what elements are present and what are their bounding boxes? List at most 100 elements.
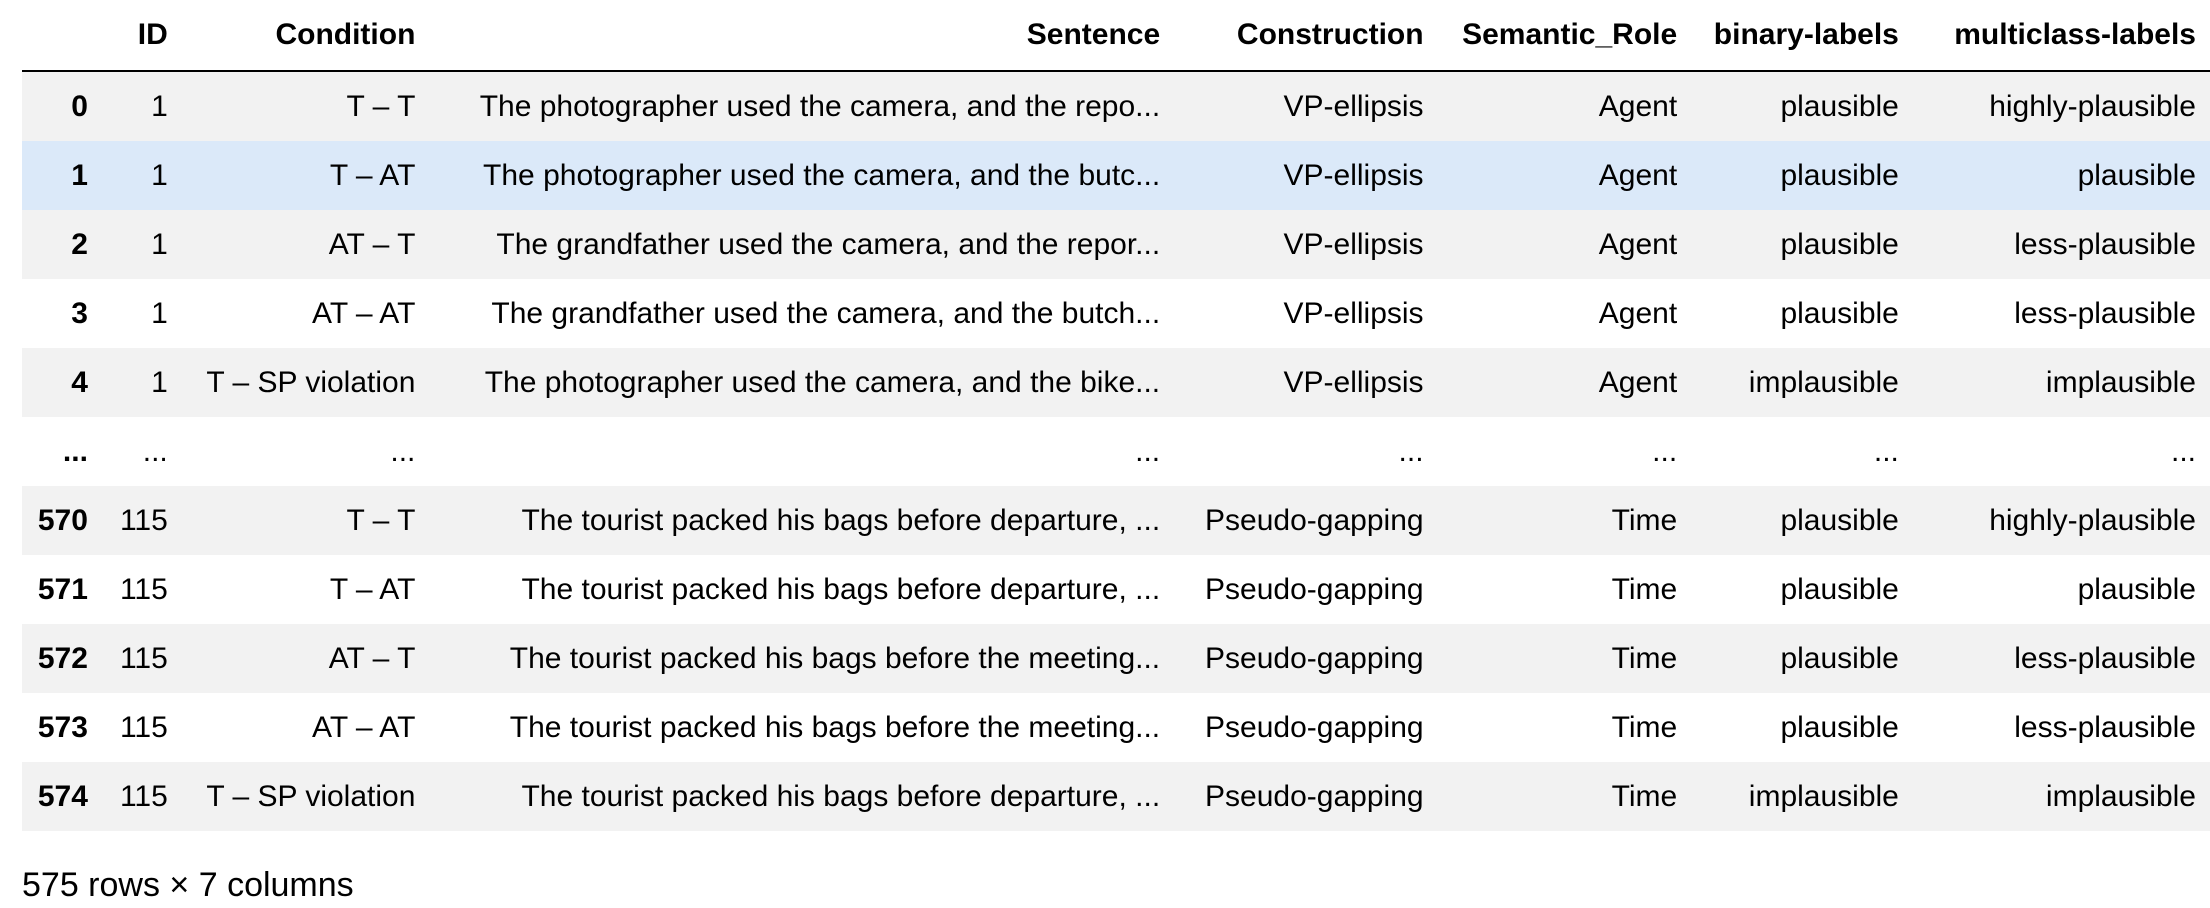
table-row: 3 1 AT – AT The grandfather used the camera… [22, 279, 2210, 348]
row-index: 574 [37, 779, 88, 813]
cell-multiclass-label: ... [2170, 434, 2196, 468]
cell-condition: AT – AT [312, 296, 416, 330]
cell-multiclass-label: highly-plausible [1989, 503, 2196, 537]
cell-binary-label: plausible [1780, 158, 1899, 192]
column-header-multiclass-labels: multiclass-labels [1912, 0, 2210, 72]
cell-semantic-role: Time [1611, 779, 1678, 813]
cell-construction: ... [1398, 434, 1424, 468]
ellipsis-row: ........................ [22, 417, 2210, 486]
cell-id: 1 [151, 89, 168, 123]
table-row: 2 1 AT – T The grandfather used the camera,… [22, 210, 2210, 279]
cell-id: 115 [119, 572, 168, 606]
row-index: 0 [71, 89, 88, 123]
row-column-summary: 575 rows × 7 columns [22, 866, 354, 904]
cell-multiclass-label: implausible [2045, 779, 2196, 813]
cell-sentence: The photographer used the camera, and th… [483, 158, 1161, 192]
table-row: 1 1 T – AT The photographer used the camera… [22, 141, 2210, 210]
cell-multiclass-label: less-plausible [2014, 710, 2196, 744]
row-index: 571 [37, 572, 88, 606]
cell-construction: VP-ellipsis [1283, 158, 1424, 192]
cell-id: 115 [119, 779, 168, 813]
cell-binary-label: plausible [1780, 89, 1899, 123]
cell-construction: VP-ellipsis [1283, 365, 1424, 399]
cell-id: 115 [119, 710, 168, 744]
cell-condition: T – T [346, 89, 416, 123]
column-header-id: ID [101, 0, 182, 72]
cell-semantic-role: Agent [1598, 227, 1678, 261]
cell-multiclass-label: implausible [2045, 365, 2196, 399]
cell-sentence: The tourist packed his bags before the m… [509, 641, 1161, 675]
row-index: 573 [37, 710, 88, 744]
row-index: 4 [71, 365, 88, 399]
cell-construction: Pseudo-gapping [1205, 641, 1424, 675]
table-body: 0 1 T – T The photographer used the camera,… [22, 71, 2210, 831]
cell-id: ... [142, 434, 168, 468]
cell-multiclass-label: plausible [2077, 572, 2196, 606]
cell-condition: T – SP violation [206, 365, 416, 399]
cell-binary-label: implausible [1748, 779, 1899, 813]
cell-binary-label: plausible [1780, 572, 1899, 606]
table-row: 573 115 AT – AT The tourist packed his bags… [22, 693, 2210, 762]
table-row: 570 115 T – T The tourist packed his bags b… [22, 486, 2210, 555]
cell-id: 1 [151, 296, 168, 330]
row-index: 572 [37, 641, 88, 675]
cell-sentence: The tourist packed his bags before the m… [509, 710, 1161, 744]
cell-semantic-role: Time [1611, 641, 1678, 675]
cell-construction: Pseudo-gapping [1205, 779, 1424, 813]
cell-sentence: The tourist packed his bags before depar… [521, 572, 1161, 606]
cell-binary-label: plausible [1780, 710, 1899, 744]
column-header-condition: Condition [181, 0, 430, 72]
cell-condition: AT – T [328, 641, 416, 675]
cell-semantic-role: Agent [1598, 296, 1678, 330]
cell-multiclass-label: plausible [2077, 158, 2196, 192]
table-row: 571 115 T – AT The tourist packed his bags … [22, 555, 2210, 624]
table-row: 0 1 T – T The photographer used the camera,… [22, 71, 2210, 141]
cell-id: 1 [151, 158, 168, 192]
cell-sentence: The grandfather used the camera, and the… [496, 227, 1161, 261]
dataframe-table: ID Condition Sentence Construction Seman… [22, 0, 2210, 831]
cell-semantic-role: Time [1611, 503, 1678, 537]
cell-sentence: The tourist packed his bags before depar… [521, 779, 1161, 813]
cell-sentence: The tourist packed his bags before depar… [521, 503, 1161, 537]
cell-condition: T – AT [329, 572, 416, 606]
cell-construction: Pseudo-gapping [1205, 572, 1424, 606]
header-row: ID Condition Sentence Construction Seman… [22, 0, 2210, 72]
cell-construction: VP-ellipsis [1283, 89, 1424, 123]
row-index: 570 [37, 503, 88, 537]
table-row: 572 115 AT – T The tourist packed his bags … [22, 624, 2210, 693]
cell-condition: T – AT [329, 158, 416, 192]
cell-id: 115 [119, 503, 168, 537]
cell-condition: T – SP violation [206, 779, 416, 813]
cell-sentence: The photographer used the camera, and th… [479, 89, 1161, 123]
cell-construction: Pseudo-gapping [1205, 503, 1424, 537]
cell-binary-label: ... [1873, 434, 1899, 468]
column-header-binary-labels: binary-labels [1691, 0, 1913, 72]
table-row: 574 115 T – SP violation The tourist packed… [22, 762, 2210, 831]
index-header [22, 0, 102, 72]
cell-condition: T – T [346, 503, 416, 537]
cell-sentence: ... [1135, 434, 1161, 468]
cell-condition: ... [390, 434, 416, 468]
cell-condition: AT – T [328, 227, 416, 261]
cell-binary-label: implausible [1748, 365, 1899, 399]
cell-sentence: The grandfather used the camera, and the… [491, 296, 1161, 330]
cell-condition: AT – AT [312, 710, 416, 744]
dataframe-container: ID Condition Sentence Construction Seman… [22, 0, 2210, 831]
cell-construction: Pseudo-gapping [1205, 710, 1424, 744]
cell-multiclass-label: less-plausible [2014, 296, 2196, 330]
cell-multiclass-label: less-plausible [2014, 227, 2196, 261]
cell-semantic-role: Agent [1598, 365, 1678, 399]
cell-id: 115 [119, 641, 168, 675]
cell-id: 1 [151, 365, 168, 399]
cell-binary-label: plausible [1780, 641, 1899, 675]
cell-id: 1 [151, 227, 168, 261]
cell-semantic-role: ... [1652, 434, 1678, 468]
cell-sentence: The photographer used the camera, and th… [484, 365, 1161, 399]
cell-binary-label: plausible [1780, 296, 1899, 330]
row-index: 3 [71, 296, 88, 330]
cell-construction: VP-ellipsis [1283, 296, 1424, 330]
row-index: 2 [71, 227, 88, 261]
cell-binary-label: plausible [1780, 227, 1899, 261]
cell-semantic-role: Agent [1598, 158, 1678, 192]
column-header-semantic-role: Semantic_Role [1437, 0, 1692, 72]
